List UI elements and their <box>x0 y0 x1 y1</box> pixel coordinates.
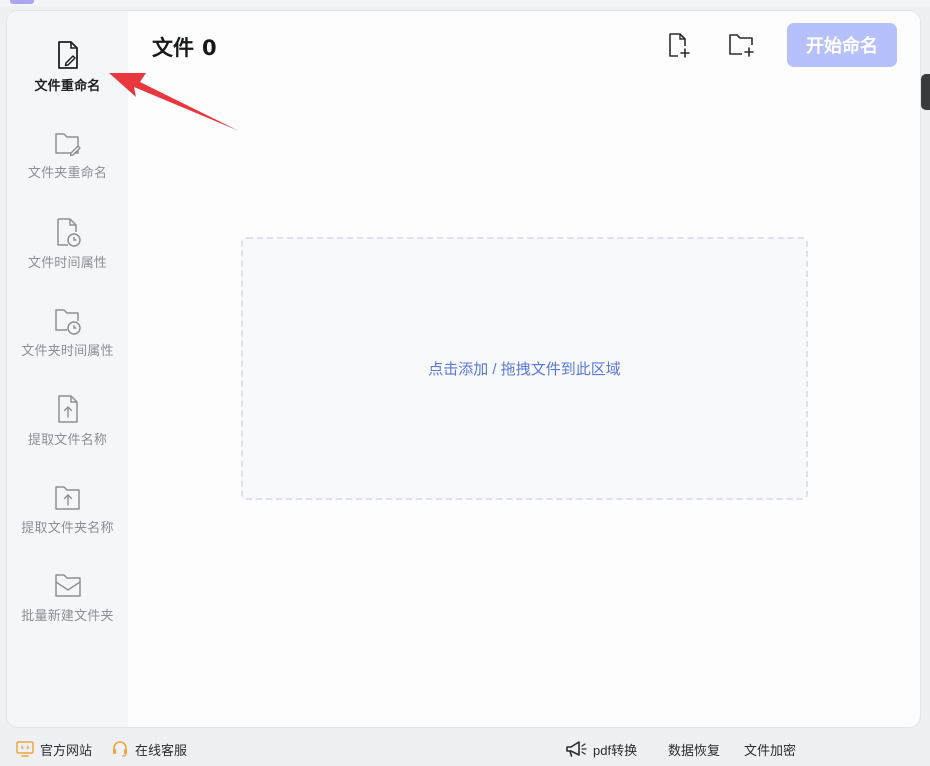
footer-encrypt[interactable]: 文件加密 <box>744 740 796 758</box>
sidebar-item-folder-rename[interactable]: 文件夹重命名 <box>7 128 128 208</box>
add-folder-button[interactable] <box>727 31 755 59</box>
file-count: 0 <box>202 36 217 60</box>
sidebar-item-label: 提取文件名称 <box>27 432 108 447</box>
sidebar: 文件重命名 文件夹重命名 文件时间属性 文件夹时间属性 提取文件名称 提取文件夹… <box>7 11 128 727</box>
page-title-label: 文件 <box>152 36 194 60</box>
sidebar-item-folder-time[interactable]: 文件夹时间属性 <box>7 304 128 384</box>
sidebar-item-label: 文件时间属性 <box>27 255 108 270</box>
footer-support[interactable]: 在线客服 <box>111 740 187 758</box>
top-strip <box>0 0 930 6</box>
folder-plus-icon <box>729 34 754 57</box>
main-window: 文件重命名 文件夹重命名 文件时间属性 文件夹时间属性 提取文件名称 提取文件夹… <box>6 10 921 728</box>
file-upload-icon <box>57 395 78 423</box>
footer-pdf-label: pdf转换 <box>593 742 638 758</box>
sidebar-item-label: 文件夹重命名 <box>27 165 108 180</box>
file-drop-zone[interactable]: 点击添加 / 拖拽文件到此区域 <box>241 237 808 500</box>
megaphone-icon <box>566 741 587 757</box>
sidebar-item-extract-folder-names[interactable]: 提取文件夹名称 <box>7 481 128 561</box>
add-file-button[interactable] <box>665 31 693 59</box>
sidebar-item-label: 批量新建文件夹 <box>21 608 114 623</box>
sidebar-item-extract-file-names[interactable]: 提取文件名称 <box>7 393 128 473</box>
sidebar-item-file-rename[interactable]: 文件重命名 <box>7 39 128 119</box>
footer-recovery-label: 数据恢复 <box>668 742 721 758</box>
folder-upload-icon <box>54 486 80 510</box>
file-plus-icon <box>669 33 690 58</box>
drop-zone-text: 点击添加 / 拖拽文件到此区域 <box>428 361 621 378</box>
footer-website[interactable]: 官方网站 <box>16 740 92 758</box>
side-panel-handle[interactable] <box>921 74 930 110</box>
sidebar-item-batch-new-folder[interactable]: 批量新建文件夹 <box>7 569 128 649</box>
footer-website-label: 官方网站 <box>40 742 93 758</box>
folder-mail-icon <box>54 574 81 597</box>
file-clock-icon <box>56 218 81 247</box>
monitor-icon <box>16 741 34 757</box>
page-title: 文件 0 <box>152 32 217 62</box>
headset-icon <box>113 741 127 757</box>
sidebar-item-label: 提取文件夹名称 <box>21 520 114 535</box>
footer-pdf[interactable]: pdf转换 <box>565 740 637 758</box>
file-edit-icon <box>57 41 78 69</box>
folder-edit-icon <box>54 133 81 157</box>
sidebar-item-file-time[interactable]: 文件时间属性 <box>7 216 128 296</box>
sidebar-item-label: 文件重命名 <box>34 78 101 93</box>
start-rename-button[interactable]: 开始命名 <box>787 23 897 67</box>
sidebar-item-label: 文件夹时间属性 <box>21 343 114 358</box>
top-tab-indicator <box>10 0 34 4</box>
footer-encrypt-label: 文件加密 <box>744 742 797 758</box>
footer-support-label: 在线客服 <box>135 742 188 758</box>
folder-clock-icon <box>54 309 81 335</box>
footer-recovery[interactable]: 数据恢复 <box>668 740 720 758</box>
